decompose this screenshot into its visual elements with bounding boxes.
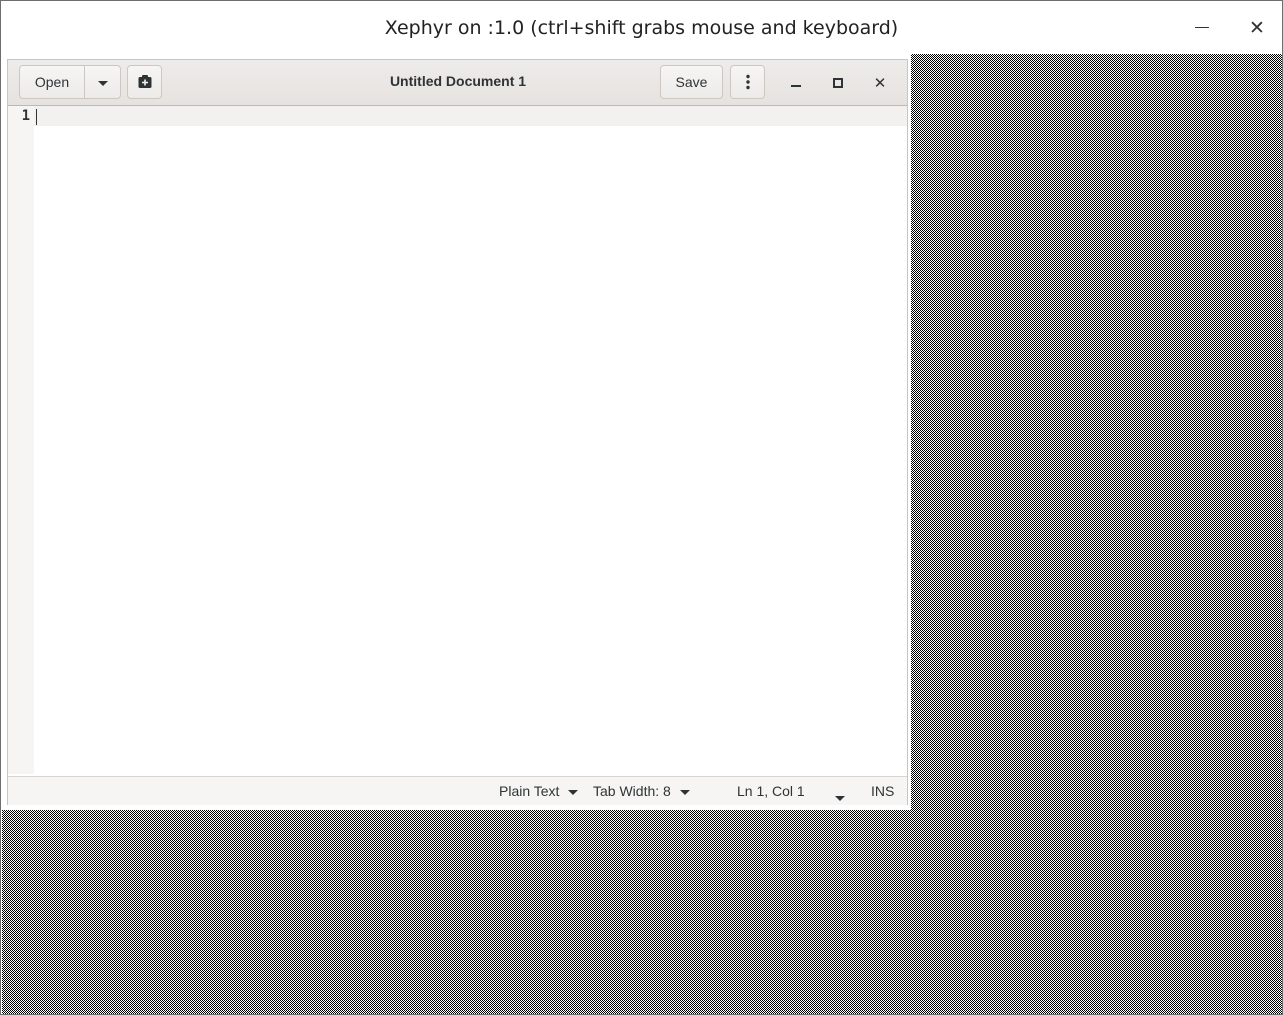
xephyr-window: Xephyr on :1.0 (ctrl+shift grabs mouse a…	[0, 0, 1283, 1015]
vertical-dots-icon	[745, 74, 750, 89]
document-title: Untitled Document 1	[389, 73, 527, 89]
position-menu-button[interactable]	[835, 789, 845, 805]
tab-width-selector[interactable]: Tab Width: 8	[593, 783, 690, 799]
chevron-down-icon	[97, 80, 108, 86]
chevron-down-icon	[679, 789, 690, 795]
insert-mode-indicator: INS	[871, 783, 895, 799]
text-cursor	[36, 109, 37, 125]
language-selector[interactable]: Plain Text	[499, 783, 579, 799]
close-icon: ✕	[873, 74, 887, 92]
close-icon[interactable]: ✕	[1242, 13, 1272, 43]
menu-button[interactable]	[730, 65, 765, 99]
chevron-down-icon	[835, 795, 845, 801]
new-document-button[interactable]	[127, 65, 162, 99]
cursor-position-selector[interactable]: Ln 1, Col 1	[737, 783, 805, 799]
xephyr-title: Xephyr on :1.0 (ctrl+shift grabs mouse a…	[384, 17, 899, 39]
gedit-window: Open Untitled Document 1 Save ✕ 1 Plain …	[2, 54, 911, 810]
open-button[interactable]: Open	[19, 65, 85, 99]
window-close-button[interactable]: ✕	[870, 73, 890, 93]
line-number-gutter: 1	[8, 106, 34, 774]
open-recent-button[interactable]	[84, 65, 121, 99]
tab-width-label: Tab Width: 8	[593, 783, 671, 799]
xephyr-titlebar[interactable]: Xephyr on :1.0 (ctrl+shift grabs mouse a…	[1, 1, 1282, 54]
chevron-down-icon	[568, 789, 579, 795]
maximize-icon	[833, 78, 843, 88]
language-label: Plain Text	[499, 783, 560, 799]
header-bar: Open Untitled Document 1 Save ✕	[8, 60, 907, 106]
minimize-icon	[791, 85, 801, 87]
window-maximize-button[interactable]	[828, 73, 848, 93]
minimize-icon[interactable]	[1187, 13, 1217, 43]
window-minimize-button[interactable]	[786, 73, 806, 93]
gedit-frame: Open Untitled Document 1 Save ✕ 1 Plain …	[7, 59, 908, 805]
line-number: 1	[21, 108, 30, 124]
editor-area: 1	[8, 106, 907, 774]
status-bar: Plain Text Tab Width: 8 Ln 1, Col 1 INS	[8, 776, 907, 805]
new-document-icon	[138, 74, 151, 88]
save-button[interactable]: Save	[660, 65, 723, 99]
text-editor[interactable]	[34, 106, 907, 774]
cursor-position-label: Ln 1, Col 1	[737, 783, 805, 799]
